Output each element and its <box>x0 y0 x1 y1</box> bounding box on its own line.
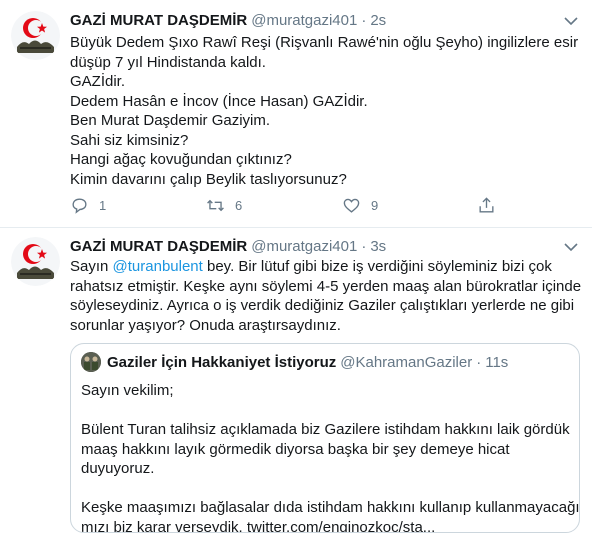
text-fragment: Sayın <box>70 258 113 275</box>
avatar[interactable] <box>11 237 60 286</box>
text-line: sorunlar yaşıyor? Onuda araştırsaydınız. <box>70 316 341 334</box>
tweet-header: GAZİ MURAT DAŞDEMİR @muratgazi401 · 3s <box>70 236 386 256</box>
quoted-tweet-header: Gaziler İçin Hakkaniyet İstiyoruz @Kahra… <box>81 352 508 372</box>
caret-down-icon[interactable] <box>564 16 578 26</box>
retweet-button[interactable]: 6 <box>206 193 242 217</box>
reply-icon <box>72 197 87 214</box>
quoted-timestamp[interactable]: 11s <box>485 354 508 371</box>
author-name[interactable]: GAZİ MURAT DAŞDEMİR <box>70 12 247 29</box>
caret-down-icon[interactable] <box>564 242 578 252</box>
text-line: Ben Murat Daşdemir Gaziyim. <box>70 112 271 129</box>
timestamp[interactable]: 3s <box>370 238 386 255</box>
author-name[interactable]: GAZİ MURAT DAŞDEMİR <box>70 238 247 255</box>
quoted-author-name[interactable]: Gaziler İçin Hakkaniyet İstiyoruz <box>107 354 336 371</box>
quoted-author-handle[interactable]: @KahramanGaziler <box>340 354 472 371</box>
tweet[interactable]: GAZİ MURAT DAŞDEMİR @muratgazi401 · 2s B… <box>0 0 592 228</box>
tweet-text: Sayın @turanbulent bey. Bir lütuf gibi b… <box>70 257 582 335</box>
text-line: Sahi siz kimsiniz? <box>70 131 189 149</box>
separator-dot: · <box>361 237 367 255</box>
author-handle[interactable]: @muratgazi401 <box>251 238 357 255</box>
tweet-actions: 1 6 9 <box>70 193 500 217</box>
share-icon <box>479 196 494 213</box>
text-line: rahatsız etmiştir. Keşke aynı söylemi 4-… <box>70 277 582 295</box>
reply-button[interactable]: 1 <box>70 193 106 217</box>
avatar[interactable] <box>11 11 60 60</box>
flag-avatar-icon <box>11 11 60 60</box>
retweet-count: 6 <box>235 197 243 213</box>
text-line: Hangi ağaç kovuğundan çıktınız? <box>70 151 292 168</box>
retweet-icon <box>207 199 224 211</box>
author-handle[interactable]: @muratgazi401 <box>251 12 357 29</box>
text-line: Kimin davarını çalıp Beylik taslıyorsunu… <box>70 170 347 188</box>
text-line: Bülent Turan talihsiz açıklamada biz Gaz… <box>81 421 570 438</box>
quoted-tweet-text: Sayın vekilim; Bülent Turan talihsiz açı… <box>81 381 580 533</box>
share-button[interactable] <box>477 193 496 217</box>
quoted-tweet[interactable]: Gaziler İçin Hakkaniyet İstiyoruz @Kahra… <box>70 343 580 533</box>
like-count: 9 <box>371 197 379 213</box>
text-line: Büyük Dedem Şıxo Rawî Reşi (Rişvanlı Raw… <box>70 34 579 51</box>
text-line: söyleseydiniz. Ayrıca o iş verdik dediği… <box>70 297 575 314</box>
quoted-avatar[interactable] <box>81 352 101 372</box>
text-line: mızı biz karar verseydik. twitter.com/en… <box>81 518 436 533</box>
flag-avatar-icon <box>11 237 60 286</box>
text-line: Dedem Hasân e İncov (İnce Hasan) GAZİdir… <box>70 92 368 110</box>
text-line: maaş hakkını layık görmedik diyorsa başk… <box>81 440 510 458</box>
mention-link[interactable]: @turanbulent <box>113 258 203 275</box>
like-button[interactable]: 9 <box>342 193 378 217</box>
reply-count: 1 <box>99 197 107 213</box>
text-line: GAZİdir. <box>70 73 126 90</box>
timestamp[interactable]: 2s <box>370 12 386 29</box>
text-line: duyuyoruz. <box>81 460 155 477</box>
text-line: düşüp 7 yıl Hindistanda kaldı. <box>70 53 266 71</box>
like-icon <box>343 198 360 213</box>
tweet-text: Büyük Dedem Şıxo Rawî Reşi (Rişvanlı Raw… <box>70 33 579 189</box>
soldiers-avatar-icon <box>81 352 101 372</box>
text-line: Sayın vekilim; <box>81 382 174 399</box>
tweet[interactable]: GAZİ MURAT DAŞDEMİR @muratgazi401 · 3s S… <box>0 228 592 536</box>
separator-dot: · <box>476 353 482 371</box>
text-line: Sayın @turanbulent bey. Bir lütuf gibi b… <box>70 257 576 277</box>
text-line: Keşke maaşımızı bağlasalar dıda istihdam… <box>81 499 580 516</box>
separator-dot: · <box>361 11 367 29</box>
text-fragment: bey. Bir lütuf gibi bize iş verdiğini sö… <box>202 258 552 275</box>
tweet-header: GAZİ MURAT DAŞDEMİR @muratgazi401 · 2s <box>70 10 386 30</box>
